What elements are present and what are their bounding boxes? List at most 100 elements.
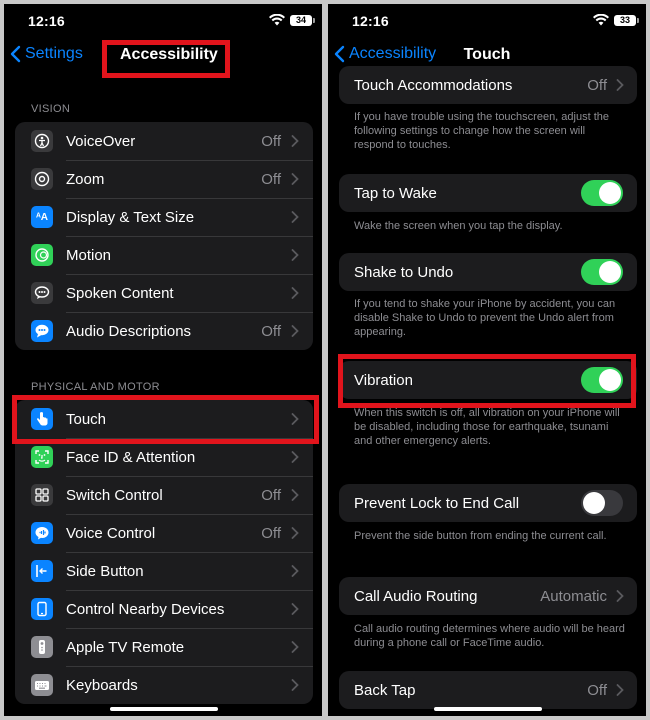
row-label: Spoken Content [66,284,174,302]
wifi-icon [593,14,609,26]
list-item-prevent-lock[interactable]: Prevent Lock to End Call [339,484,637,522]
switch-grid-icon [31,484,53,506]
chevron-right-icon [291,451,299,463]
row-value: Off [261,132,281,150]
speech-bubble-icon [31,282,53,304]
description: Call audio routing determines where audi… [354,623,625,649]
chevron-right-icon [291,325,299,337]
status-time: 12:16 [352,13,389,29]
list-item-touch-accommodations[interactable]: Touch Accommodations Off [339,66,637,104]
list-item-back-tap[interactable]: Back Tap Off [339,671,637,709]
row-label: Switch Control [66,486,163,504]
list-item-motion[interactable]: Motion [15,236,313,274]
description: When this switch is off, all vibration o… [354,407,620,447]
tv-remote-icon [31,636,53,658]
row-label: Motion [66,246,112,264]
tap-to-wake-toggle[interactable] [581,180,623,206]
list-item-keyboards[interactable]: Keyboards [15,666,313,704]
wifi-icon [269,14,285,26]
home-indicator [110,707,218,711]
row-value: Automatic [540,587,607,605]
list-item-zoom[interactable]: Zoom Off [15,160,313,198]
description: If you tend to shake your iPhone by acci… [354,298,616,338]
list-item-shake-to-undo[interactable]: Shake to Undo [339,253,637,291]
touch-screen: 12:16 33 Accessibility Touch Touch Accom… [328,4,646,716]
battery-icon: 33 [614,14,639,26]
chevron-right-icon [616,79,624,91]
list-item-voiceover[interactable]: VoiceOver Off [15,122,313,160]
list-item-spoken-content[interactable]: Spoken Content [15,274,313,312]
prevent-lock-toggle[interactable] [581,490,623,516]
chevron-right-icon [291,679,299,691]
chevron-right-icon [291,287,299,299]
row-label: Zoom [66,170,105,188]
row-value: Off [261,486,281,504]
call-audio-routing-group: Call Audio Routing Automatic [339,577,637,615]
description: Prevent the side button from ending the … [354,530,607,542]
chat-bubble-icon [31,320,53,342]
status-bar: 12:16 34 [4,4,322,38]
row-label: Control Nearby Devices [66,600,225,618]
row-label: Back Tap [354,681,416,699]
chevron-right-icon [616,684,624,696]
row-value: Off [261,322,281,340]
row-value: Off [587,681,607,699]
section-label-physical-motor: PHYSICAL AND MOTOR [31,381,160,393]
list-item-display-text-size[interactable]: ᴬA Display & Text Size [15,198,313,236]
side-button-icon [31,560,53,582]
accessibility-screen: 12:16 34 Settings Accessibility VISION V… [4,4,322,716]
row-label: Audio Descriptions [66,322,192,340]
prevent-lock-group: Prevent Lock to End Call [339,484,637,522]
row-value: Off [587,76,607,94]
row-label: Face ID & Attention [66,448,196,466]
chevron-right-icon [291,603,299,615]
voiceover-icon [31,130,53,152]
physical-motor-group: Touch Face ID & Attention Switch Control… [15,400,313,704]
face-id-icon [31,446,53,468]
back-tap-group: Back Tap Off [339,671,637,709]
list-item-control-nearby-devices[interactable]: Control Nearby Devices [15,590,313,628]
section-label-vision: VISION [31,103,71,115]
zoom-icon [31,168,53,190]
list-item-tap-to-wake[interactable]: Tap to Wake [339,174,637,212]
chevron-right-icon [291,565,299,577]
status-bar: 12:16 33 [328,4,646,38]
list-item-voice-control[interactable]: Voice Control Off [15,514,313,552]
chevron-right-icon [291,641,299,653]
back-label: Settings [25,45,83,62]
chevron-right-icon [291,249,299,261]
chevron-right-icon [291,135,299,147]
battery-icon: 34 [290,14,315,26]
back-button[interactable]: Settings [10,45,83,63]
shake-to-undo-group: Shake to Undo [339,253,637,291]
list-item-switch-control[interactable]: Switch Control Off [15,476,313,514]
motion-icon [31,244,53,266]
row-label: Touch Accommodations [354,76,513,94]
list-item-side-button[interactable]: Side Button [15,552,313,590]
row-value: Off [261,524,281,542]
tap-to-wake-group: Tap to Wake [339,174,637,212]
touch-accommodations-group: Touch Accommodations Off [339,66,637,104]
status-time: 12:16 [28,13,65,29]
row-label: Keyboards [66,676,138,694]
description: If you have trouble using the touchscree… [354,111,609,151]
list-item-apple-tv-remote[interactable]: Apple TV Remote [15,628,313,666]
highlight-box-title [102,40,230,78]
row-label: VoiceOver [66,132,136,150]
chevron-left-icon [10,45,21,63]
highlight-box-touch [12,395,319,444]
row-label: Prevent Lock to End Call [354,494,520,512]
nav-bar: Settings Accessibility [4,38,322,78]
home-indicator [434,707,542,711]
row-label: Display & Text Size [66,208,195,226]
page-title: Touch [463,46,511,63]
keyboard-icon [31,674,53,696]
list-item-call-audio-routing[interactable]: Call Audio Routing Automatic [339,577,637,615]
shake-to-undo-toggle[interactable] [581,259,623,285]
list-item-audio-descriptions[interactable]: Audio Descriptions Off [15,312,313,350]
row-label: Tap to Wake [354,184,437,202]
row-label: Side Button [66,562,144,580]
chevron-right-icon [291,489,299,501]
row-label: Apple TV Remote [66,638,185,656]
row-label: Call Audio Routing [354,587,478,605]
